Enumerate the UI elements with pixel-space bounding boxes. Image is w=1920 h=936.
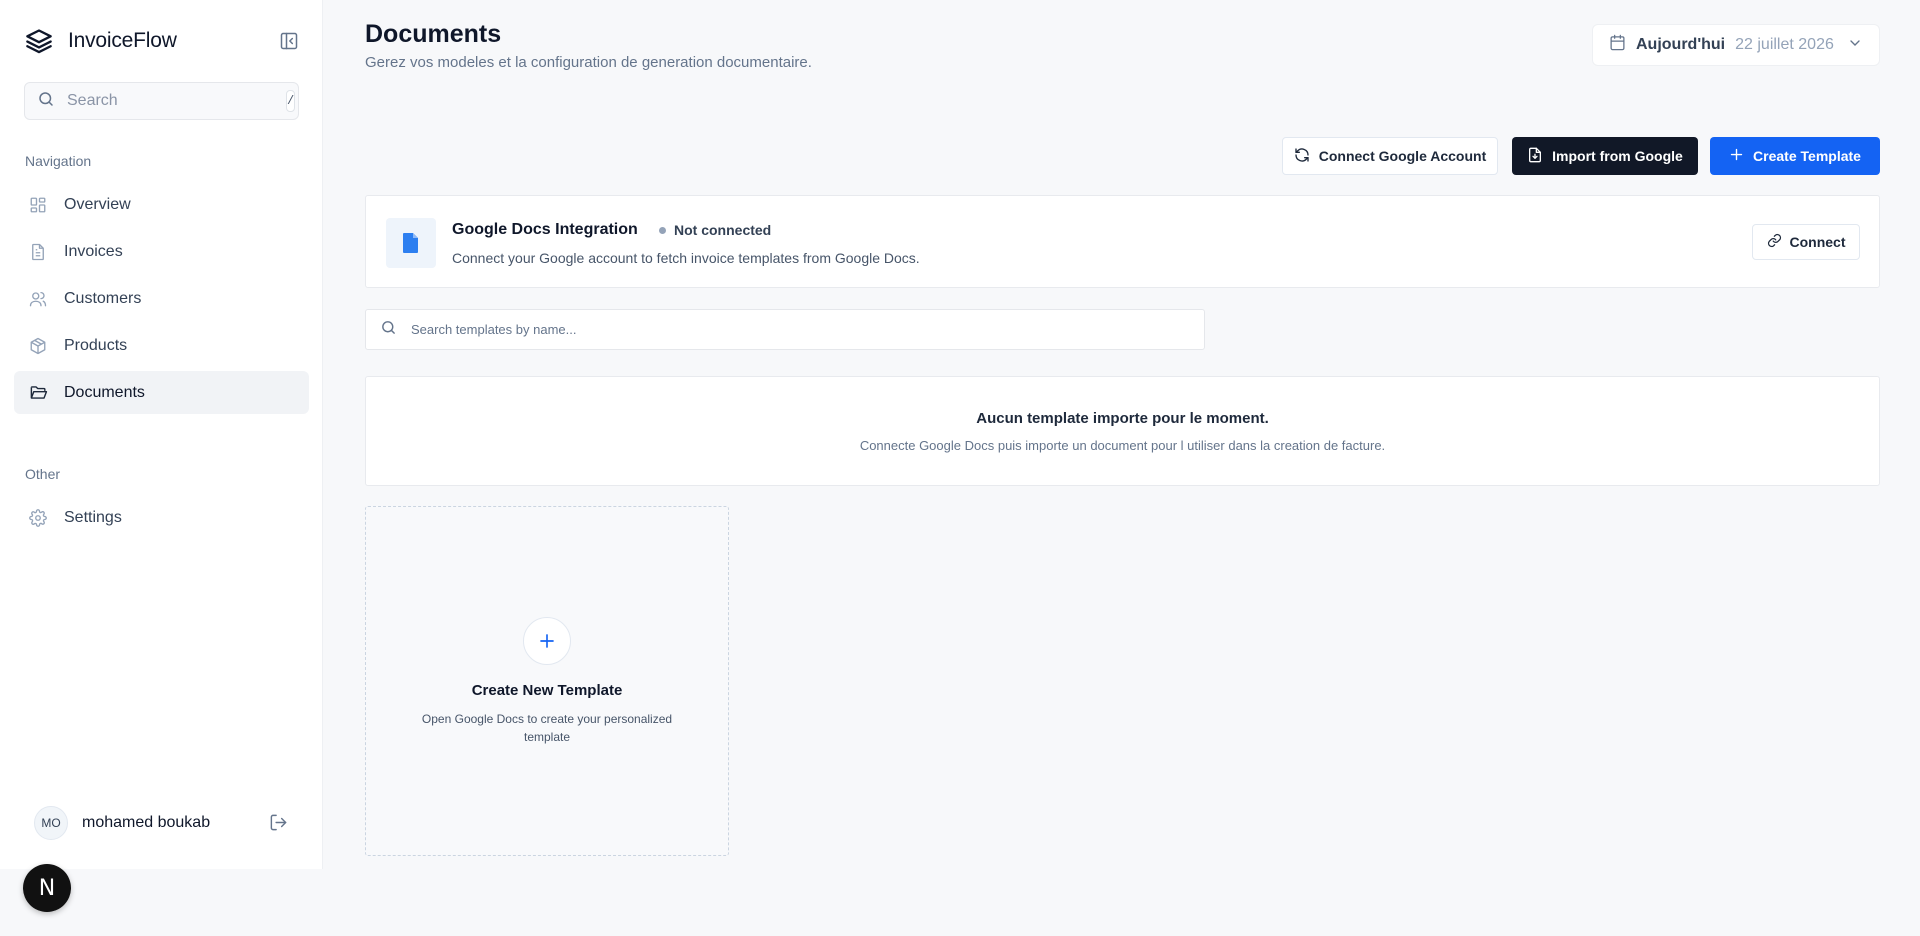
integration-title: Google Docs Integration [452,221,638,238]
integration-description: Connect your Google account to fetch inv… [452,250,920,266]
avatar: MO [34,806,68,840]
file-text-icon [28,242,48,262]
sidebar-item-customers[interactable]: Customers [14,277,309,320]
user-name: mohamed boukab [82,814,211,831]
next-dev-badge[interactable]: N [23,864,71,912]
search-shortcut-key: / [286,90,296,112]
import-from-google-button[interactable]: Import from Google [1512,137,1698,175]
link-icon [1767,233,1782,251]
connect-label: Connect [1789,234,1846,250]
user-profile[interactable]: MO mohamed boukab [34,806,210,840]
sidebar-item-settings[interactable]: Settings [14,496,309,539]
create-template-button[interactable]: Create Template [1710,137,1880,175]
connect-google-account-button[interactable]: Connect Google Account [1282,137,1498,175]
sidebar: InvoiceFlow / Navigation Overview Invoic… [0,0,323,869]
sidebar-item-label: Customers [64,289,142,307]
status-text: Not connected [674,222,772,238]
sidebar-item-invoices[interactable]: Invoices [14,230,309,273]
nav-section-label: Navigation [25,153,92,169]
google-docs-integration-card: Google Docs Integration Not connected Co… [365,195,1880,288]
gear-icon [28,508,48,528]
connect-button[interactable]: Connect [1752,224,1860,260]
logout-icon[interactable] [267,811,289,833]
empty-state-card: Aucun template importe pour le moment. C… [365,376,1880,486]
new-template-description: Open Google Docs to create your personal… [421,712,673,744]
sidebar-item-label: Documents [64,383,145,401]
file-download-icon [1527,147,1543,166]
import-from-google-label: Import from Google [1552,148,1683,164]
plus-icon [523,617,571,665]
connect-google-account-label: Connect Google Account [1318,148,1487,164]
page-subtitle: Gerez vos modeles et la configuration de… [365,54,812,71]
date-value: 22 juillet 2026 [1735,36,1834,53]
sidebar-search-input[interactable] [67,92,274,110]
new-template-title: Create New Template [471,682,623,699]
date-picker[interactable]: Aujourd'hui 22 juillet 2026 [1592,24,1880,66]
sidebar-item-label: Settings [64,508,122,526]
users-icon [28,289,48,309]
create-template-label: Create Template [1753,148,1861,164]
template-search[interactable] [365,309,1205,350]
sidebar-item-overview[interactable]: Overview [14,183,309,226]
google-doc-icon [386,218,436,268]
sidebar-search[interactable]: / [24,82,299,120]
sidebar-item-documents[interactable]: Documents [14,371,309,414]
empty-state-description: Connecte Google Docs puis importe un doc… [859,438,1386,453]
brand[interactable]: InvoiceFlow [24,26,177,56]
page-title: Documents [365,20,502,48]
template-search-input[interactable] [411,322,1190,337]
sidebar-item-label: Overview [64,195,131,213]
status-dot [659,226,666,234]
empty-state-title: Aucun template importe pour le moment. [976,410,1269,427]
create-new-template-card[interactable]: Create New Template Open Google Docs to … [365,506,729,856]
other-section-label: Other [25,466,61,482]
sidebar-collapse-icon[interactable] [278,30,300,52]
status-badge: Not connected [659,222,771,238]
sidebar-item-label: Products [64,336,128,354]
package-icon [28,336,48,356]
search-icon [380,319,397,341]
refresh-icon [1294,147,1310,166]
next-badge-letter: N [38,875,56,901]
layers-logo-icon [24,26,54,56]
date-label: Aujourd'hui [1636,36,1726,53]
sidebar-item-products[interactable]: Products [14,324,309,367]
search-icon [37,90,55,113]
chevron-down-icon [1847,35,1863,56]
grid-icon [28,195,48,215]
folder-open-icon [28,383,48,403]
sidebar-item-label: Invoices [64,242,123,260]
plus-icon [1729,147,1744,165]
app-name: InvoiceFlow [68,29,177,52]
calendar-icon [1609,34,1626,56]
